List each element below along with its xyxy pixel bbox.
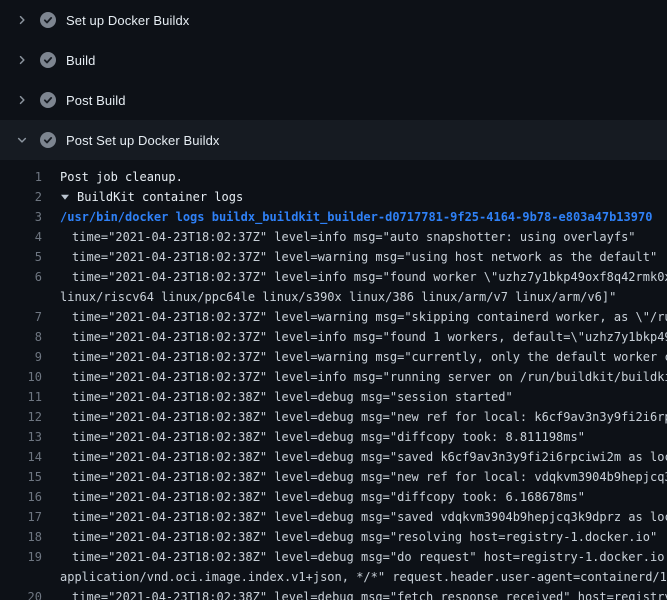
step-title: Build (66, 53, 95, 68)
log-text: time="2021-04-23T18:02:38Z" level=debug … (60, 427, 667, 447)
step-header-post-set-up-docker-buildx[interactable]: Post Set up Docker Buildx (0, 120, 667, 160)
line-number[interactable]: 18 (0, 527, 42, 547)
log-line: 8 time="2021-04-23T18:02:37Z" level=info … (0, 327, 667, 347)
log-line: 19 time="2021-04-23T18:02:38Z" level=debu… (0, 547, 667, 567)
line-number[interactable]: 6 (0, 267, 42, 287)
log-line: 18 time="2021-04-23T18:02:38Z" level=debu… (0, 527, 667, 547)
line-number[interactable]: 12 (0, 407, 42, 427)
log-viewer: 1 Post job cleanup. 2 BuildKit container l… (0, 160, 667, 600)
step-header-set-up-docker-buildx[interactable]: Set up Docker Buildx (0, 0, 667, 40)
log-group-toggle[interactable]: BuildKit container logs (60, 187, 243, 207)
log-line-continuation: linux/riscv64 linux/ppc64le linux/s390x … (0, 287, 667, 307)
check-circle-icon (40, 12, 56, 28)
chevron-right-icon (14, 52, 30, 68)
line-number[interactable]: 10 (0, 367, 42, 387)
step-title: Set up Docker Buildx (66, 13, 189, 28)
line-number[interactable]: 17 (0, 507, 42, 527)
line-number[interactable]: 5 (0, 247, 42, 267)
step-title: Post Build (66, 93, 126, 108)
chevron-right-icon (14, 92, 30, 108)
log-line: 15 time="2021-04-23T18:02:38Z" level=debu… (0, 467, 667, 487)
line-number[interactable]: 20 (0, 587, 42, 600)
line-number[interactable]: 9 (0, 347, 42, 367)
log-line: 1 Post job cleanup. (0, 167, 667, 187)
log-text: time="2021-04-23T18:02:38Z" level=debug … (60, 507, 667, 527)
line-number[interactable]: 13 (0, 427, 42, 447)
log-text: application/vnd.oci.image.index.v1+json,… (60, 567, 667, 587)
log-text: time="2021-04-23T18:02:38Z" level=debug … (60, 587, 667, 600)
log-line-continuation: application/vnd.oci.image.index.v1+json,… (0, 567, 667, 587)
step-title: Post Set up Docker Buildx (66, 133, 220, 148)
log-line: 20 time="2021-04-23T18:02:38Z" level=debu… (0, 587, 667, 600)
line-number[interactable]: 7 (0, 307, 42, 327)
line-number[interactable]: 4 (0, 227, 42, 247)
log-text: time="2021-04-23T18:02:37Z" level=info m… (60, 227, 667, 247)
log-line: 7 time="2021-04-23T18:02:37Z" level=warni… (0, 307, 667, 327)
steps-list: Set up Docker Buildx Build Post Build Po… (0, 0, 667, 160)
check-circle-icon (40, 52, 56, 68)
log-text: time="2021-04-23T18:02:37Z" level=info m… (60, 327, 667, 347)
log-command-text: /usr/bin/docker logs buildx_buildkit_bui… (60, 207, 667, 227)
log-line-group: 2 BuildKit container logs (0, 187, 667, 207)
check-circle-icon (40, 92, 56, 108)
log-line: 16 time="2021-04-23T18:02:38Z" level=debu… (0, 487, 667, 507)
log-text: time="2021-04-23T18:02:38Z" level=debug … (60, 487, 667, 507)
log-text: Post job cleanup. (60, 167, 667, 187)
triangle-down-icon (60, 192, 70, 202)
log-text: time="2021-04-23T18:02:37Z" level=warnin… (60, 347, 667, 367)
chevron-right-icon (14, 12, 30, 28)
line-number[interactable]: 19 (0, 547, 42, 567)
line-number[interactable]: 15 (0, 467, 42, 487)
log-line-command: 3/usr/bin/docker logs buildx_buildkit_bu… (0, 207, 667, 227)
log-text: time="2021-04-23T18:02:38Z" level=debug … (60, 407, 667, 427)
log-text: linux/riscv64 linux/ppc64le linux/s390x … (60, 287, 667, 307)
log-text: time="2021-04-23T18:02:37Z" level=info m… (60, 267, 667, 287)
line-number[interactable]: 8 (0, 327, 42, 347)
step-header-post-build[interactable]: Post Build (0, 80, 667, 120)
log-text: time="2021-04-23T18:02:38Z" level=debug … (60, 447, 667, 467)
log-line: 5 time="2021-04-23T18:02:37Z" level=warni… (0, 247, 667, 267)
log-text: time="2021-04-23T18:02:38Z" level=debug … (60, 387, 667, 407)
check-circle-icon (40, 132, 56, 148)
log-line: 12 time="2021-04-23T18:02:38Z" level=debu… (0, 407, 667, 427)
line-number[interactable]: 2 (0, 187, 42, 207)
log-text: time="2021-04-23T18:02:38Z" level=debug … (60, 467, 667, 487)
chevron-down-icon (14, 132, 30, 148)
log-text: time="2021-04-23T18:02:37Z" level=warnin… (60, 247, 667, 267)
log-line: 13 time="2021-04-23T18:02:38Z" level=debu… (0, 427, 667, 447)
log-line: 10 time="2021-04-23T18:02:37Z" level=info… (0, 367, 667, 387)
log-line: 9 time="2021-04-23T18:02:37Z" level=warni… (0, 347, 667, 367)
line-number[interactable]: 14 (0, 447, 42, 467)
log-line: 11 time="2021-04-23T18:02:38Z" level=debu… (0, 387, 667, 407)
line-number[interactable]: 1 (0, 167, 42, 187)
line-number[interactable]: 16 (0, 487, 42, 507)
line-number[interactable]: 3 (0, 207, 42, 227)
log-text: time="2021-04-23T18:02:37Z" level=info m… (60, 367, 667, 387)
log-line: 14 time="2021-04-23T18:02:38Z" level=debu… (0, 447, 667, 467)
log-line: 17 time="2021-04-23T18:02:38Z" level=debu… (0, 507, 667, 527)
log-line: 6 time="2021-04-23T18:02:37Z" level=info … (0, 267, 667, 287)
log-text: time="2021-04-23T18:02:37Z" level=warnin… (60, 307, 667, 327)
line-number[interactable]: 11 (0, 387, 42, 407)
log-text: time="2021-04-23T18:02:38Z" level=debug … (60, 527, 667, 547)
log-text: time="2021-04-23T18:02:38Z" level=debug … (60, 547, 667, 567)
log-line: 4 time="2021-04-23T18:02:37Z" level=info … (0, 227, 667, 247)
log-group-label: BuildKit container logs (77, 187, 243, 207)
step-header-build[interactable]: Build (0, 40, 667, 80)
